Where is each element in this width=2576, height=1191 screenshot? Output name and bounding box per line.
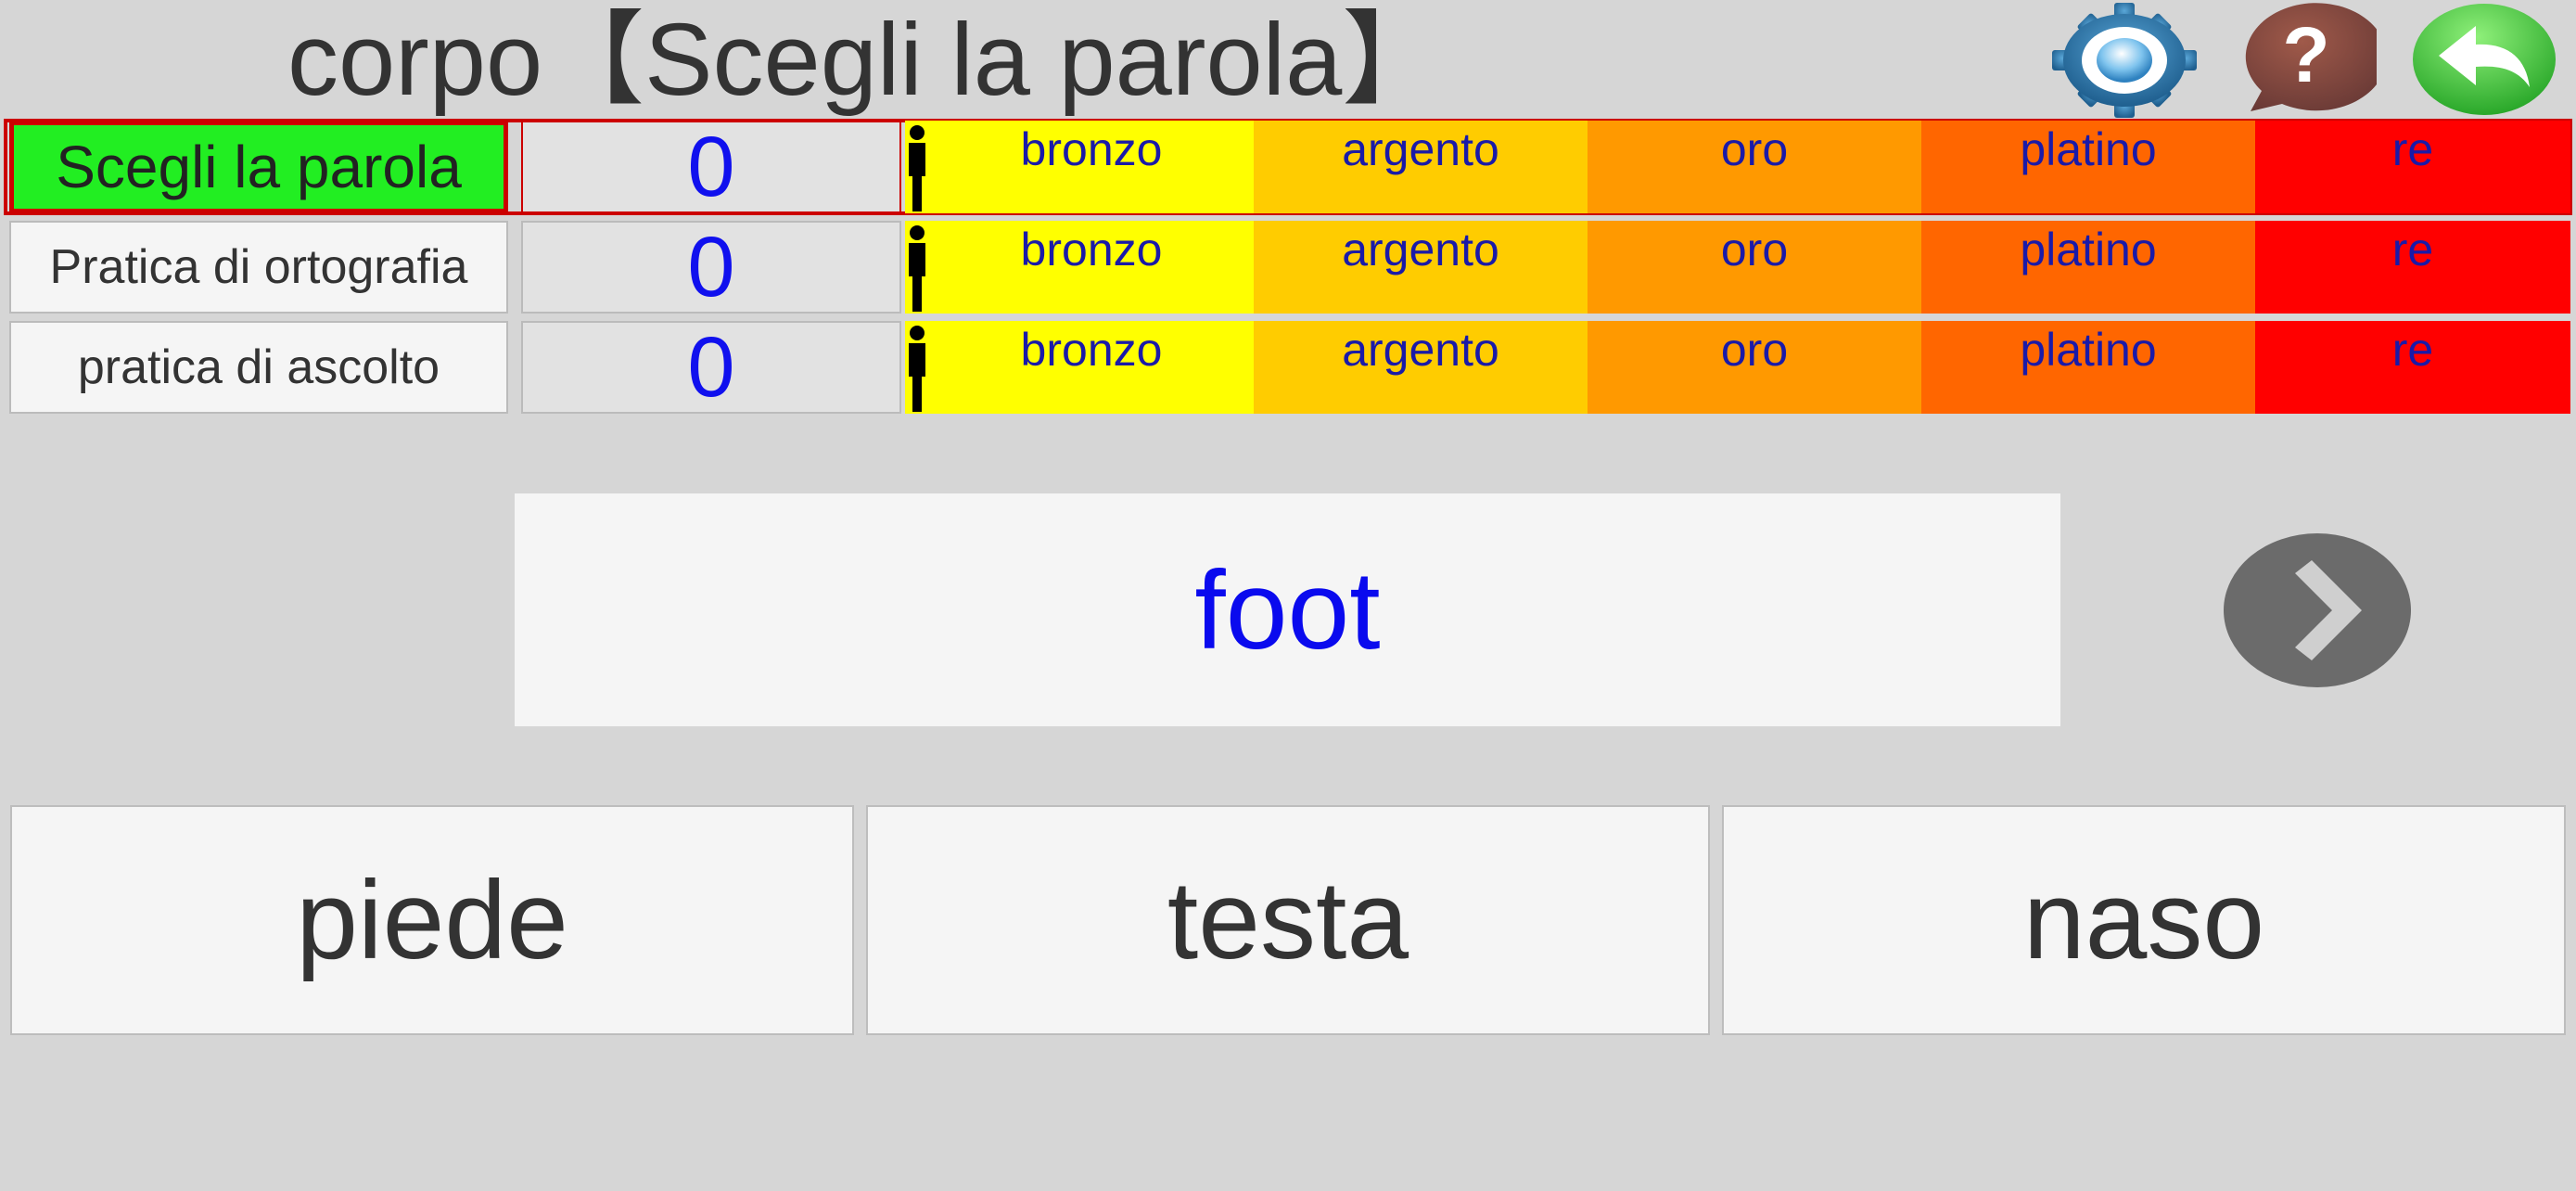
rank-bar: bronzo argento oro platino re (929, 121, 2570, 213)
rank-platino: platino (1921, 221, 2255, 314)
rank-oro: oro (1588, 221, 1921, 314)
rank-argento: argento (1254, 221, 1588, 314)
back-button[interactable] (2411, 2, 2557, 117)
mode-row-listening[interactable]: pratica di ascolto 0 bronzo argento oro … (6, 320, 2570, 415)
answer-button-1[interactable]: piede (10, 805, 854, 1035)
app-screen: corpo【Scegli la parola】 ? Scegli la paro… (0, 0, 2576, 1191)
settings-button[interactable] (2051, 2, 2198, 119)
mode-label[interactable]: Pratica di ortografia (9, 221, 508, 314)
mode-label[interactable]: Scegli la parola (9, 121, 508, 213)
score-value: 0 (521, 220, 901, 314)
answer-button-2[interactable]: testa (866, 805, 1710, 1035)
page-title: corpo【Scegli la parola】 (287, 3, 1445, 117)
mode-row-choose-word[interactable]: Scegli la parola 0 bronzo argento oro pl… (4, 119, 2572, 215)
person-marker-icon (905, 321, 929, 414)
rank-re: re (2255, 121, 2570, 213)
score-value: 0 (521, 120, 901, 214)
chevron-right-icon (2224, 533, 2411, 687)
gear-icon (2052, 3, 2197, 118)
next-button[interactable] (2223, 532, 2412, 688)
person-marker-icon (905, 121, 929, 213)
help-icon: ? (2245, 3, 2377, 111)
mode-row-spelling[interactable]: Pratica di ortografia 0 bronzo argento o… (6, 220, 2570, 314)
rank-oro: oro (1588, 121, 1921, 213)
rank-re: re (2255, 321, 2570, 414)
person-marker-icon (905, 221, 929, 314)
back-arrow-icon (2413, 4, 2556, 115)
rank-bar: bronzo argento oro platino re (929, 221, 2570, 314)
rank-platino: platino (1921, 321, 2255, 414)
question-word: foot (515, 493, 2060, 726)
rank-argento: argento (1254, 121, 1588, 213)
score-value: 0 (521, 320, 901, 415)
rank-bar: bronzo argento oro platino re (929, 321, 2570, 414)
answer-button-3[interactable]: naso (1722, 805, 2566, 1035)
rank-argento: argento (1254, 321, 1588, 414)
rank-platino: platino (1921, 121, 2255, 213)
help-button[interactable]: ? (2230, 2, 2377, 117)
rank-bronzo: bronzo (929, 121, 1254, 213)
rank-bronzo: bronzo (929, 221, 1254, 314)
mode-label[interactable]: pratica di ascolto (9, 321, 508, 414)
rank-bronzo: bronzo (929, 321, 1254, 414)
rank-oro: oro (1588, 321, 1921, 414)
svg-text:?: ? (2282, 11, 2329, 98)
rank-re: re (2255, 221, 2570, 314)
